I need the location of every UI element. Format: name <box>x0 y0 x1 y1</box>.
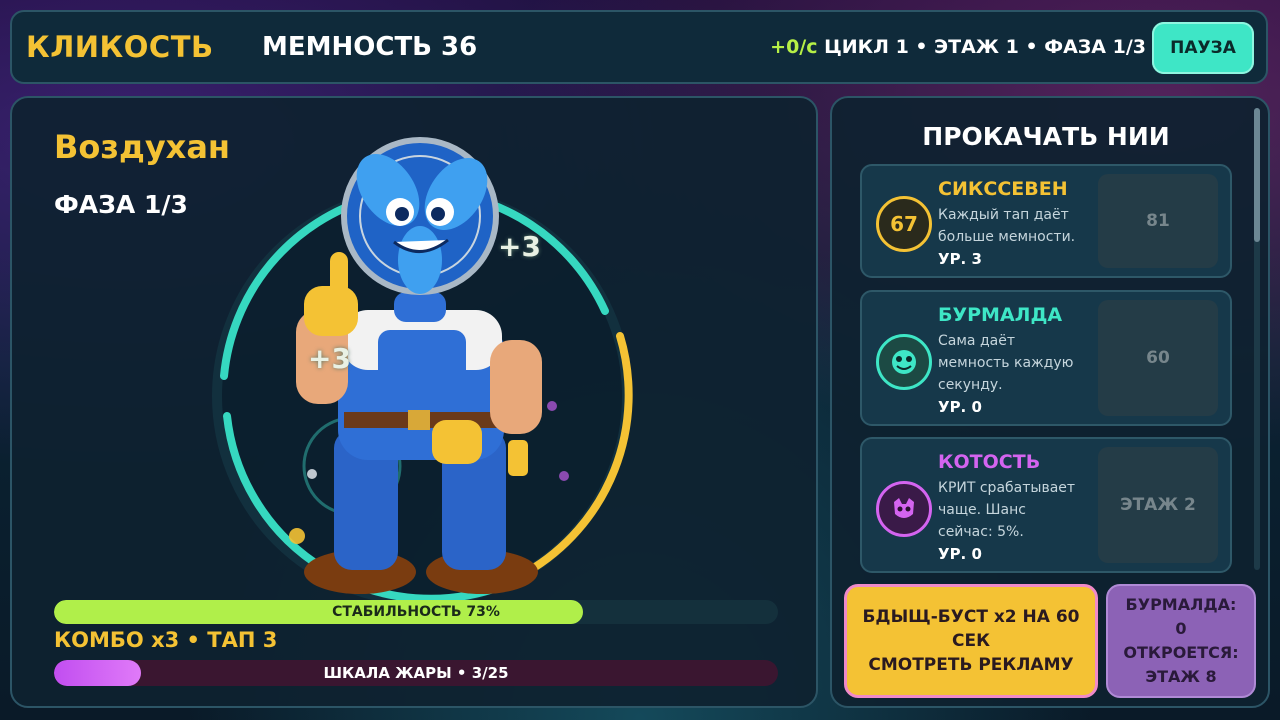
cat-mask-icon <box>876 481 932 537</box>
lock-info-unlocks-label: ОТКРОЕТСЯ: <box>1123 643 1239 662</box>
upgrade-description: Сама даёт мемность каждую секунду. <box>938 333 1074 393</box>
burmalda-face-icon <box>876 334 932 390</box>
cycle-floor-phase: ЦИКЛ 1 • ЭТАЖ 1 • ФАЗА 1/3 <box>824 36 1146 58</box>
upgrade-description: Каждый тап даёт больше мемности. <box>938 207 1076 245</box>
game-title: КЛИКОСТЬ <box>26 30 214 64</box>
watch-ad-label: СМОТРЕТЬ РЕКЛАМУ <box>868 655 1074 675</box>
combo-tap-counter: КОМБО х3 • ТАП 3 <box>54 628 278 652</box>
pause-button[interactable]: ПАУЗА <box>1152 22 1254 74</box>
upgrade-description: КРИТ срабатывает чаще. Шанс сейчас: 5%. <box>938 480 1076 540</box>
boost-label: БДЫЩ-БУСТ х2 НА 60 СЕК <box>862 607 1080 651</box>
upgrade-buy-button[interactable]: 81 <box>1098 174 1218 268</box>
upgrade-level: УР. 0 <box>938 545 982 563</box>
upgrade-card-burmalda[interactable]: БУРМАЛДА Сама даёт мемность каждую секун… <box>860 290 1232 426</box>
top-bar: КЛИКОСТЬ МЕМНОСТЬ 36 +0/с ЦИКЛ 1 • ЭТАЖ … <box>10 10 1268 84</box>
upgrade-level: УР. 0 <box>938 398 982 416</box>
scrollbar-thumb[interactable] <box>1254 108 1260 242</box>
upgrades-title: ПРОКАЧАТЬ НИИ <box>922 122 1170 151</box>
upgrade-card-kotost[interactable]: КОТОСТЬ КРИТ срабатывает чаще. Шанс сейч… <box>860 437 1232 573</box>
watch-ad-boost-button[interactable]: БДЫЩ-БУСТ х2 НА 60 СЕК СМОТРЕТЬ РЕКЛАМУ <box>844 584 1098 698</box>
lock-info-title: БУРМАЛДА: <box>1125 595 1237 614</box>
phase-label: ФАЗА 1/3 <box>54 190 188 219</box>
upgrade-name: КОТОСТЬ <box>938 451 1041 473</box>
heat-bar: ШКАЛА ЖАРЫ • 3/25 <box>54 660 778 686</box>
lock-info-floor: ЭТАЖ 8 <box>1145 667 1217 686</box>
status-line: +0/с ЦИКЛ 1 • ЭТАЖ 1 • ФАЗА 1/3 <box>770 36 1146 58</box>
upgrade-locked-button[interactable]: ЭТАЖ 2 <box>1098 447 1218 563</box>
upgrade-card-sikseven[interactable]: 67 СИКССЕВЕН Каждый тап даёт больше мемн… <box>860 164 1232 278</box>
upgrade-name: СИКССЕВЕН <box>938 178 1068 200</box>
upgrade-buy-button[interactable]: 60 <box>1098 300 1218 416</box>
floating-gain-text: +3 <box>308 342 351 375</box>
upgrade-name: БУРМАЛДА <box>938 304 1063 326</box>
lock-info-count: 0 <box>1175 619 1187 638</box>
character-panel: Воздухан ФАЗА 1/3 +3 +3 СТАБИЛЬНОСТЬ 73%… <box>10 96 818 708</box>
floating-gain-text: +3 <box>498 230 541 263</box>
sixty-seven-coin-icon: 67 <box>876 196 932 252</box>
memnost-counter: МЕМНОСТЬ 36 <box>262 32 478 62</box>
upgrade-level: УР. 3 <box>938 250 982 268</box>
stability-label: СТАБИЛЬНОСТЬ 73% <box>332 604 500 620</box>
character-name: Воздухан <box>54 128 231 166</box>
stability-bar: СТАБИЛЬНОСТЬ 73% <box>54 600 778 624</box>
heat-label: ШКАЛА ЖАРЫ • 3/25 <box>323 664 509 682</box>
income-rate: +0/с <box>770 36 818 58</box>
burmalda-unlock-info: БУРМАЛДА: 0 ОТКРОЕТСЯ: ЭТАЖ 8 <box>1106 584 1256 698</box>
